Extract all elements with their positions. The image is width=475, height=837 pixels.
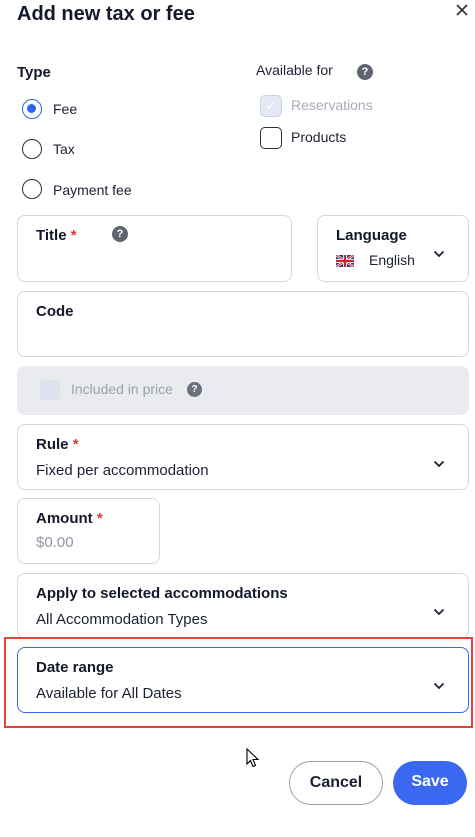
amount-label: Amount * — [36, 510, 103, 527]
included-in-price-label: Included in price — [71, 381, 173, 397]
apply-to-label: Apply to selected accommodations — [36, 585, 288, 602]
checkbox-reservations-label: Reservations — [291, 97, 373, 113]
dialog-title: Add new tax or fee — [17, 3, 195, 25]
title-field[interactable] — [17, 215, 292, 282]
chevron-down-icon — [433, 455, 445, 468]
save-button[interactable]: Save — [393, 761, 467, 805]
uk-flag-icon — [335, 254, 355, 268]
checkbox-products[interactable] — [260, 127, 282, 149]
type-label: Type — [17, 64, 51, 81]
available-for-label: Available for — [256, 62, 333, 78]
title-field-label: Title * — [36, 227, 77, 244]
required-mark: * — [72, 436, 79, 453]
checkbox-products-label: Products — [291, 129, 347, 145]
rule-select[interactable] — [17, 424, 469, 490]
language-select[interactable] — [317, 215, 469, 282]
radio-tax[interactable] — [22, 139, 42, 159]
rule-value: Fixed per accommodation — [36, 462, 209, 479]
title-help-icon[interactable]: ? — [112, 226, 128, 242]
code-field[interactable] — [17, 291, 469, 357]
required-mark: * — [70, 227, 77, 244]
close-icon[interactable] — [452, 0, 472, 20]
code-label: Code — [36, 303, 74, 320]
radio-payment-fee-label: Payment fee — [53, 182, 132, 198]
rule-label: Rule * — [36, 436, 79, 453]
mouse-cursor-icon — [246, 747, 260, 768]
help-icon[interactable]: ? — [357, 64, 373, 80]
radio-payment-fee[interactable] — [22, 179, 42, 199]
required-mark: * — [96, 510, 103, 527]
apply-to-value: All Accommodation Types — [36, 611, 208, 628]
amount-placeholder: $0.00 — [36, 534, 74, 551]
included-help-icon[interactable]: ? — [187, 382, 202, 397]
date-range-value: Available for All Dates — [36, 685, 182, 702]
language-label: Language — [336, 227, 407, 244]
radio-fee[interactable] — [22, 99, 42, 119]
language-value: English — [369, 252, 415, 268]
chevron-down-icon — [433, 245, 445, 258]
included-in-price-checkbox — [40, 380, 60, 400]
radio-tax-label: Tax — [53, 141, 75, 157]
chevron-down-icon — [433, 603, 445, 616]
amount-field[interactable] — [17, 498, 160, 564]
chevron-down-icon — [433, 677, 445, 690]
cancel-button[interactable]: Cancel — [289, 761, 383, 805]
radio-fee-label: Fee — [53, 101, 78, 117]
checkbox-reservations: ✓ — [260, 95, 282, 117]
apply-to-select[interactable] — [17, 573, 469, 639]
date-range-select[interactable] — [17, 647, 469, 713]
date-range-label: Date range — [36, 659, 114, 676]
